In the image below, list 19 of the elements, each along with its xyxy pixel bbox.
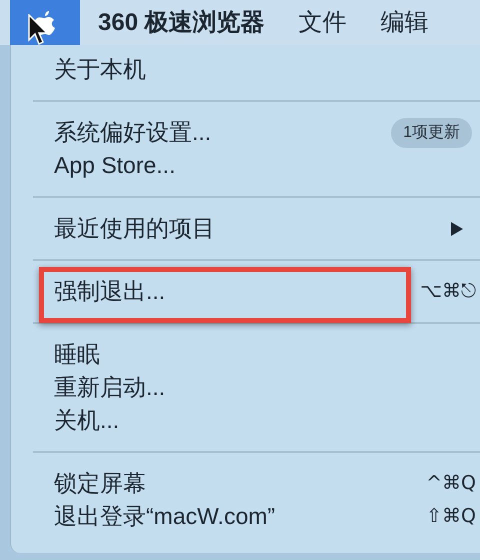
menu-item[interactable]: 系统偏好设置... [54,121,212,144]
update-badge: 1项更新 [391,118,472,148]
cursor-icon [28,14,48,46]
menu-item[interactable]: 退出登录“macW.com” [54,505,276,528]
menu-item[interactable]: 关于本机 [54,58,146,81]
shortcut: ⇧⌘Q [426,504,476,530]
menu-item[interactable]: 重新启动... [54,376,166,399]
menu-bar-item[interactable]: 360 极速浏览器 [98,4,265,40]
menu-item[interactable]: 关机... [54,409,120,432]
menu-item[interactable]: 强制退出... [54,280,166,303]
apple-menu-button[interactable] [10,0,80,45]
menu-item[interactable]: 睡眠 [54,343,100,366]
shortcut: ⌥⌘⎋ [420,279,476,304]
shortcut: ^⌘Q [426,471,476,496]
menu-bar-item[interactable]: 文件 [298,4,347,40]
menu-bar-item[interactable]: 编辑 [380,4,429,40]
menu-item[interactable]: 最近使用的项目 [54,217,215,240]
menu-item[interactable]: App Store... [54,154,176,177]
menu-item[interactable]: 锁定屏幕 [54,472,146,495]
